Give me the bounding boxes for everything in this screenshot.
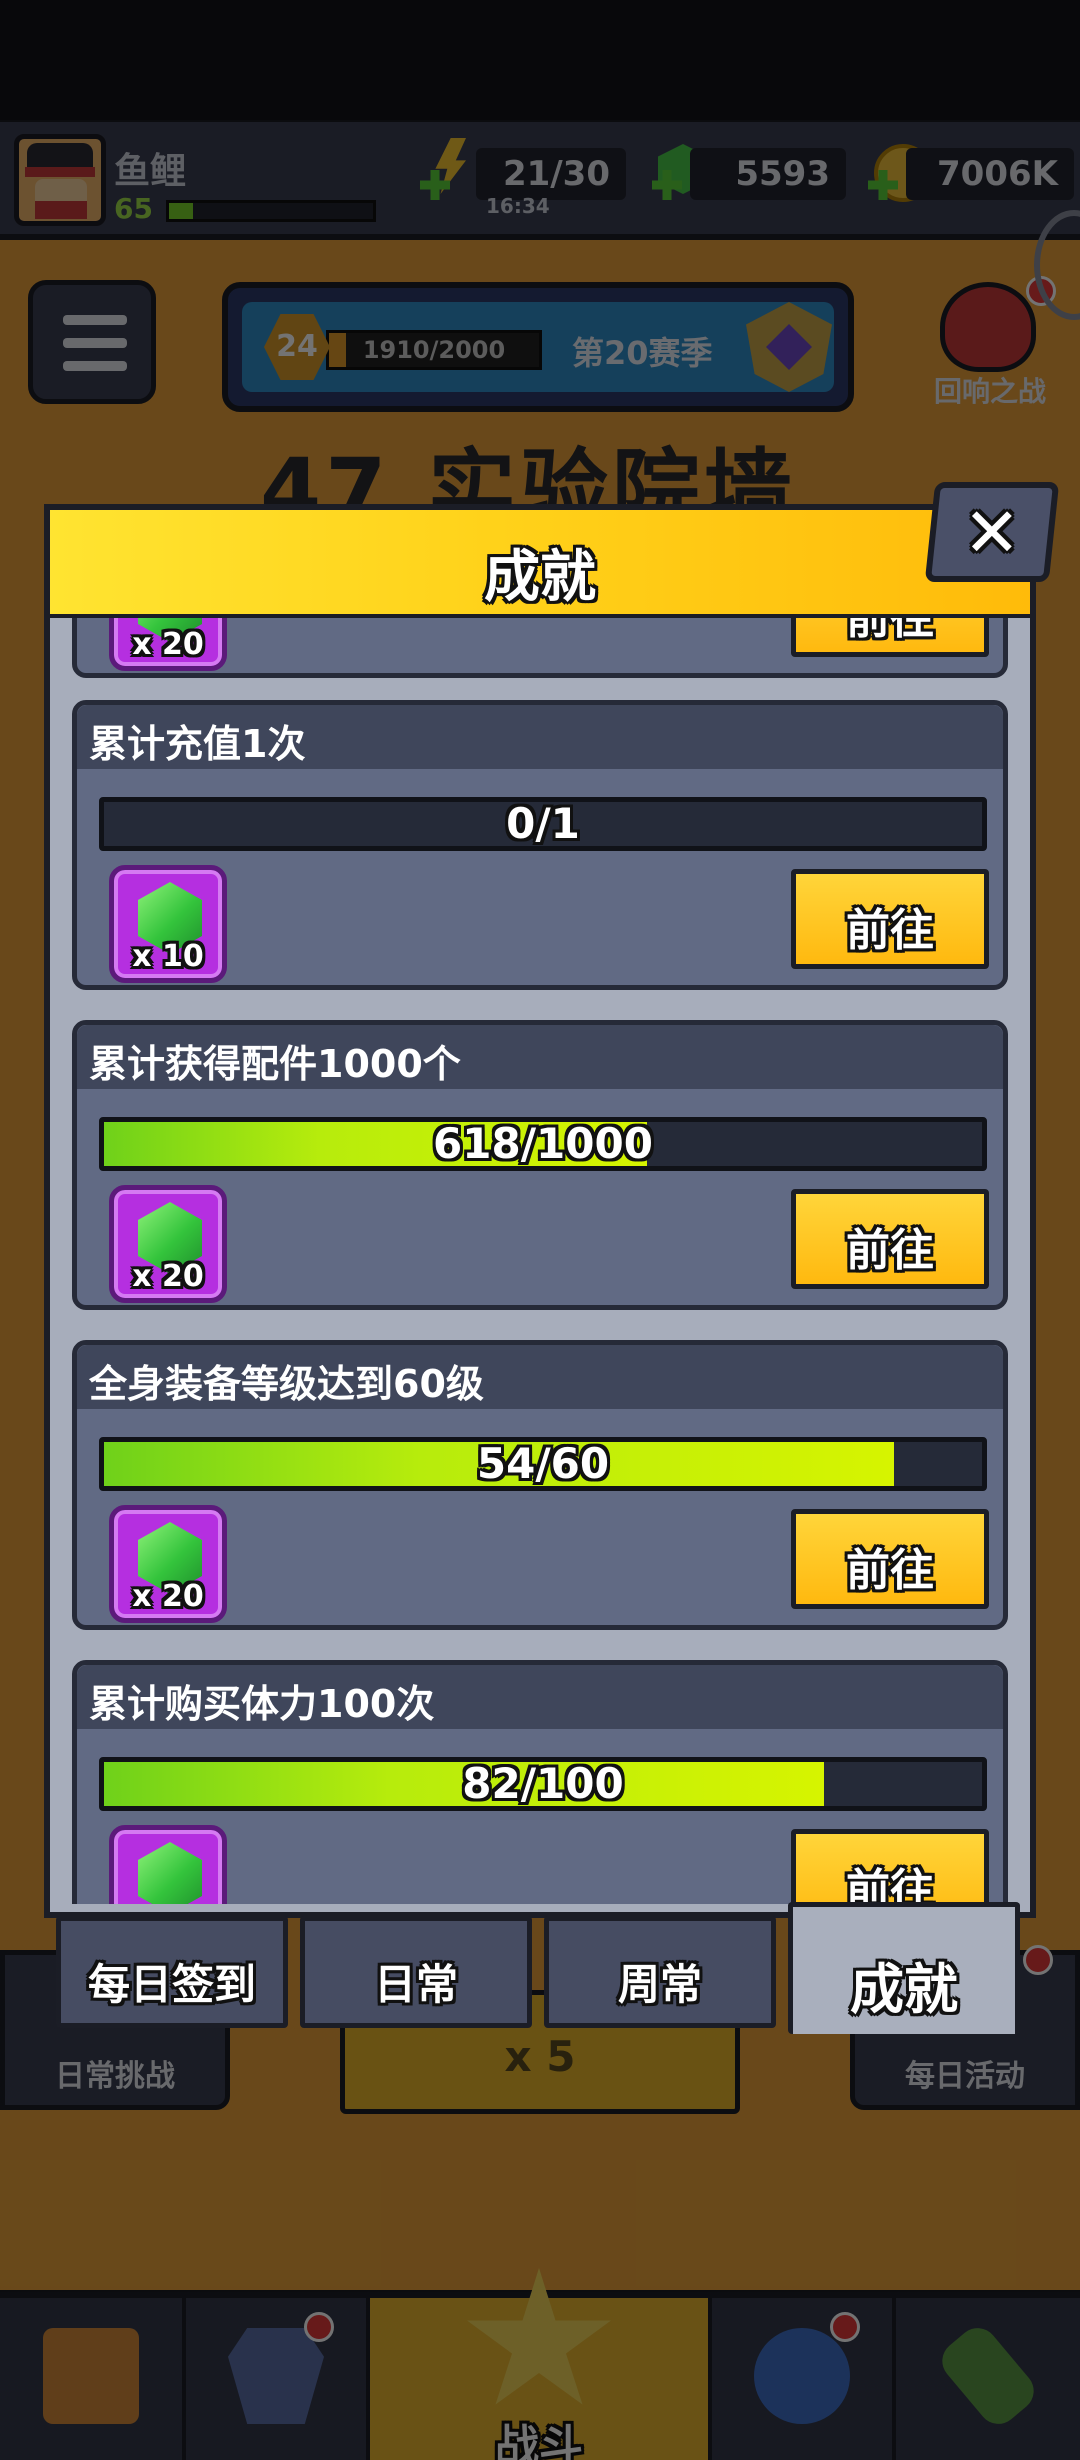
achievement-dialog: 成就 ✕ x 20 前往 累计充值1次 0/1 x 10 前往 累计获得配件10… [44,482,1060,1918]
go-button[interactable]: 前往 [791,869,989,969]
task-title: 累计购买体力100次 [89,1682,435,1726]
close-icon: ✕ [963,494,1021,573]
tab-daily[interactable]: 日常 [300,1916,532,2028]
daily-activity-label: 每日活动 [905,2059,1025,2094]
task-progress-bar: 54/60 [99,1437,987,1491]
gem-icon [138,1842,202,1904]
dna-icon [934,2319,1042,2433]
go-button-label: 前往 [846,1225,934,1276]
tab-achievements[interactable]: 成就 [788,1902,1020,2034]
reward-item[interactable]: x 20 [109,1505,227,1623]
task-card: 累计购买体力100次 82/100 前往 [72,1660,1008,1904]
notification-dot [1023,1945,1053,1975]
daily-challenge-label: 日常挑战 [55,2059,175,2094]
reward-item[interactable]: x 10 [109,865,227,983]
task-card-partial: x 20 前往 [72,618,1008,678]
dialog-header: 成就 [44,504,1036,622]
dialog-tabs: 每日签到 日常 周常 成就 [56,1902,1026,2036]
echo-battle-button[interactable]: 回响之战 [920,276,1058,416]
go-button-label: 前往 [846,1865,934,1904]
season-panel[interactable]: 1910/2000 24 第20赛季 [222,282,854,412]
xp-bar [166,200,376,222]
reward-count: x 10 [132,939,204,974]
star-swords-icon [467,2268,611,2405]
go-button-label: 前往 [846,1545,934,1596]
go-button[interactable]: 前往 [791,618,989,657]
go-button[interactable]: 前往 [791,1509,989,1609]
task-progress-text: 54/60 [476,1439,610,1488]
nav-shop[interactable] [0,2298,186,2460]
task-title: 全身装备等级达到60级 [89,1362,484,1406]
dialog-body: x 20 前往 累计充值1次 0/1 x 10 前往 累计获得配件1000个 6… [44,618,1036,1918]
player-avatar[interactable] [14,134,106,226]
task-title: 累计充值1次 [89,722,306,766]
reward-item[interactable] [109,1825,227,1904]
task-progress-bar: 0/1 [99,797,987,851]
task-progress-text: 618/1000 [433,1119,653,1168]
dialog-title: 成就 [484,545,596,610]
star-ball-icon [754,2328,850,2424]
achievement-list[interactable]: x 20 前往 累计充值1次 0/1 x 10 前往 累计获得配件1000个 6… [72,618,1008,1904]
energy-timer: 16:34 [486,194,550,218]
task-progress-text: 0/1 [506,799,580,848]
player-level: 65 [114,192,153,225]
notification-dot [830,2312,860,2342]
nav-fight-label: 战斗 [495,2421,583,2460]
coin-counter: 7006K [906,148,1074,200]
menu-button[interactable] [28,280,156,404]
energy-counter: 21/30 [476,148,626,200]
reward-item[interactable]: x 20 [109,618,227,671]
bottom-nav: 战斗 [0,2268,1080,2460]
reward-count: x 20 [132,1259,204,1294]
nav-evolution[interactable] [896,2298,1080,2460]
go-button-label: 前往 [846,905,934,956]
season-progress-bar: 1910/2000 [326,330,542,370]
task-card: 累计获得配件1000个 618/1000 x 20 前往 [72,1020,1008,1310]
task-progress-text: 82/100 [462,1759,624,1808]
shop-icon [43,2328,139,2424]
plus-icon[interactable] [868,170,898,200]
nav-equipment[interactable] [186,2298,370,2460]
energy-icon[interactable] [420,138,482,200]
plus-icon[interactable] [652,170,682,200]
tab-daily-checkin[interactable]: 每日签到 [56,1916,288,2028]
season-label: 第20赛季 [572,334,713,372]
plus-icon[interactable] [420,170,450,200]
reward-item[interactable]: x 20 [109,1185,227,1303]
task-progress-bar: 618/1000 [99,1117,987,1171]
task-card: 全身装备等级达到60级 54/60 x 20 前往 [72,1340,1008,1630]
nav-fight[interactable]: 战斗 [370,2268,712,2460]
go-button[interactable]: 前往 [791,1829,989,1904]
player-top-bar: 鱼鲤 65 21/30 16:34 5593 7006K [0,122,1080,240]
armor-icon [228,2328,324,2424]
status-bar-area [0,0,1080,120]
reward-count: x 20 [132,1579,204,1614]
player-name: 鱼鲤 [114,151,187,192]
demon-icon [940,282,1036,372]
reward-count: x 20 [132,627,204,662]
close-button[interactable]: ✕ [924,482,1060,582]
notification-dot [304,2312,334,2342]
task-title: 累计获得配件1000个 [89,1042,461,1086]
go-button[interactable]: 前往 [791,1189,989,1289]
season-progress-text: 1910/2000 [362,336,506,364]
gem-counter: 5593 [690,148,846,200]
task-progress-bar: 82/100 [99,1757,987,1811]
task-card: 累计充值1次 0/1 x 10 前往 [72,700,1008,990]
tab-weekly[interactable]: 周常 [544,1916,776,2028]
nav-events[interactable] [712,2298,896,2460]
echo-battle-label: 回响之战 [933,375,1046,408]
